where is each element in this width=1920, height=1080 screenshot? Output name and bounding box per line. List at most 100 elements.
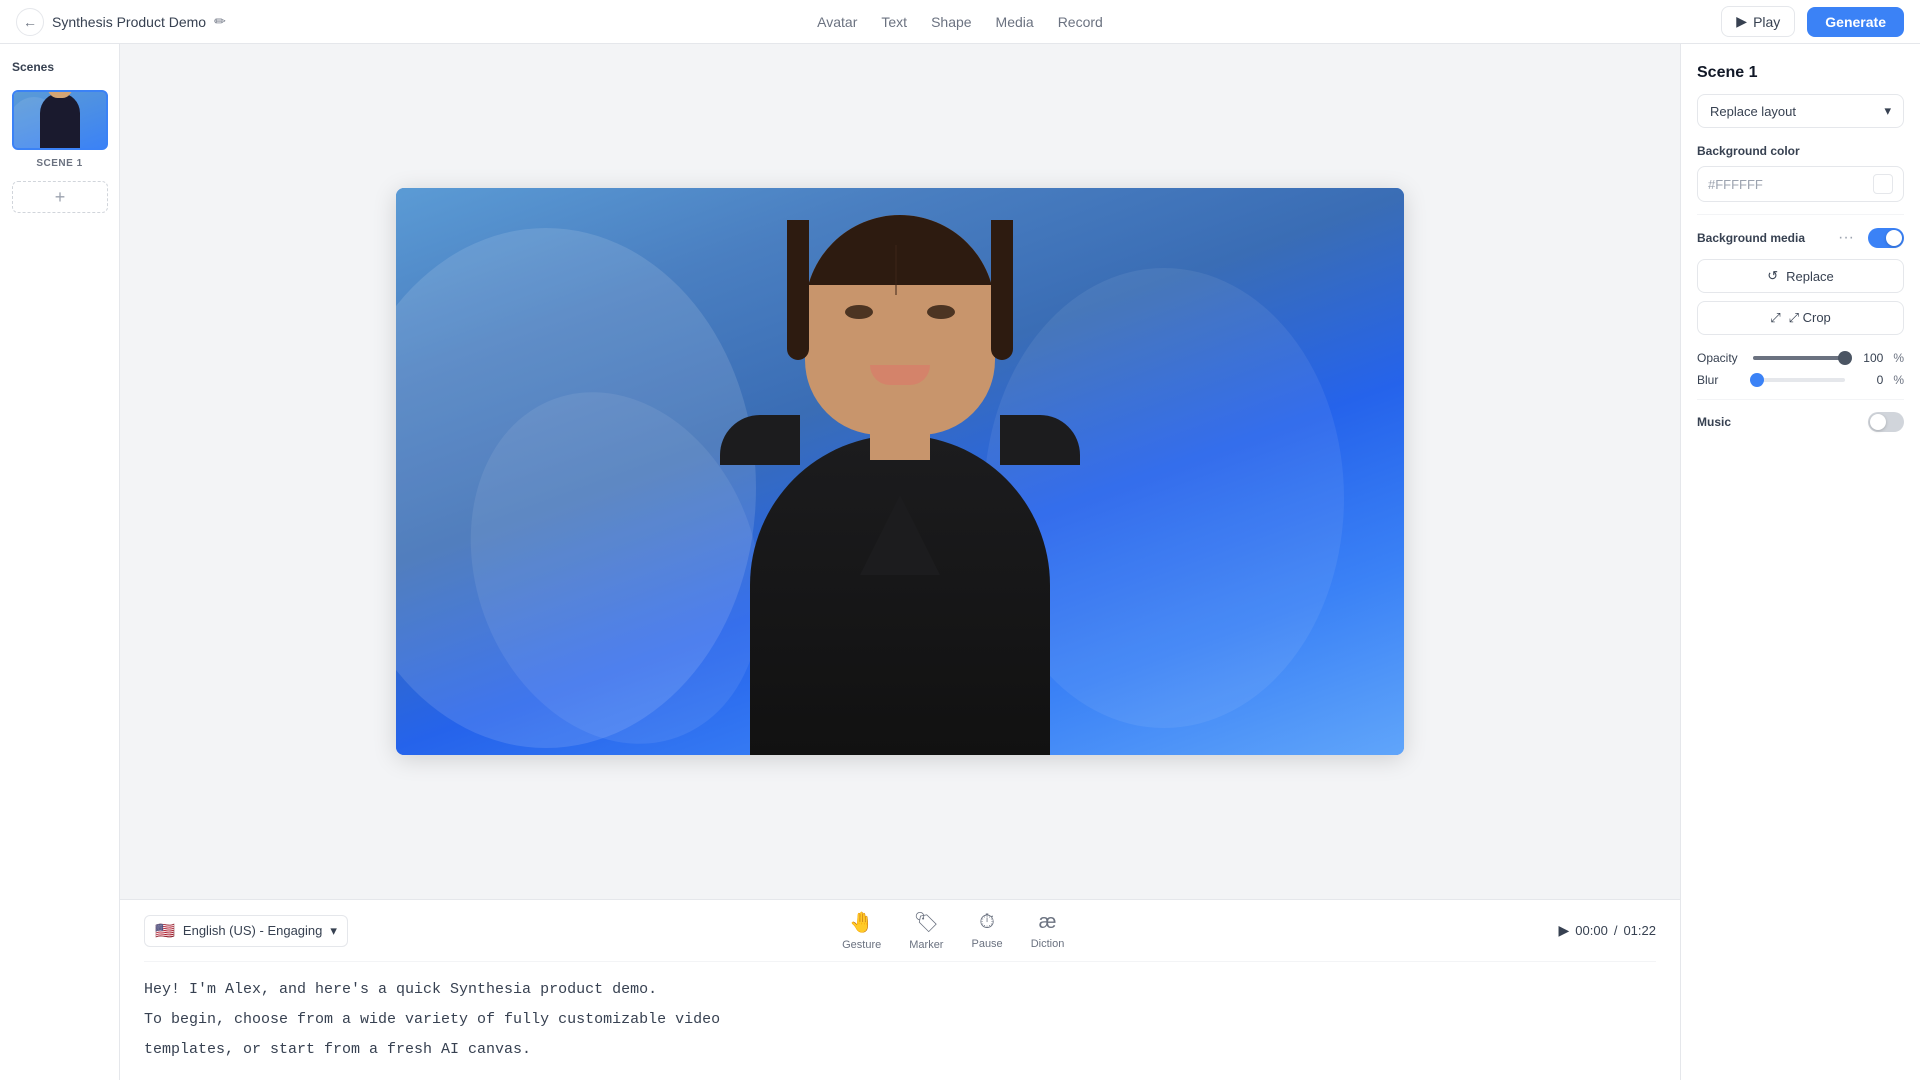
nav-shape[interactable]: Shape	[931, 14, 971, 30]
topbar: ← Synthesis Product Demo ✏ Avatar Text S…	[0, 0, 1920, 44]
gesture-icon: 🤚	[849, 910, 874, 935]
blur-value: 0	[1855, 373, 1883, 387]
avatar-eye-left	[845, 305, 873, 319]
scene-1-thumbnail[interactable]	[12, 90, 108, 150]
avatar-eye-right	[927, 305, 955, 319]
bg-media-controls: ···	[1832, 227, 1904, 249]
divider-1	[1697, 214, 1904, 215]
replace-icon: ↺	[1767, 268, 1778, 284]
marker-button[interactable]: 🏷 Marker	[909, 910, 943, 951]
language-selector[interactable]: 🇺🇸 English (US) - Engaging ▾	[144, 915, 348, 947]
panel-scene-title: Scene 1	[1697, 64, 1904, 82]
replace-layout-button[interactable]: Replace layout ▾	[1697, 94, 1904, 128]
play-sm-icon[interactable]: ▶	[1559, 922, 1570, 939]
controls-row1: 🇺🇸 English (US) - Engaging ▾ 🤚 Gesture 🏷…	[144, 900, 1656, 962]
opacity-unit: %	[1893, 351, 1904, 365]
center-area: 🇺🇸 English (US) - Engaging ▾ 🤚 Gesture 🏷…	[120, 44, 1680, 1080]
blur-track[interactable]	[1753, 378, 1845, 382]
script-line-2: To begin, choose from a wide variety of …	[144, 1008, 1656, 1032]
music-section-header: Music	[1697, 412, 1904, 432]
bg-color-input-row[interactable]: #FFFFFF	[1697, 166, 1904, 202]
bg-media-title: Background media	[1697, 231, 1805, 245]
music-toggle[interactable]	[1868, 412, 1904, 432]
avatar-hair-part	[895, 245, 897, 295]
nav-record[interactable]: Record	[1058, 14, 1103, 30]
gesture-button[interactable]: 🤚 Gesture	[842, 910, 881, 951]
scenes-panel: Scenes SCENE 1 +	[0, 44, 120, 1080]
avatar-shoulder-right	[1000, 415, 1080, 465]
video-canvas[interactable]	[396, 188, 1404, 755]
time-separator: /	[1614, 923, 1618, 938]
time-display: ▶ 00:00 / 01:22	[1559, 922, 1657, 939]
crop-media-button[interactable]: ⤢ ⤢ Crop	[1697, 301, 1904, 335]
diction-icon: æ	[1039, 911, 1057, 934]
avatar-hair-right	[991, 220, 1013, 360]
pause-icon: ⏱	[979, 911, 995, 934]
avatar-hair-left	[787, 220, 809, 360]
scene-bg	[14, 92, 106, 148]
video-canvas-wrap	[120, 44, 1680, 899]
avatar-shoulder-left	[720, 415, 800, 465]
script-line-1: Hey! I'm Alex, and here's a quick Synthe…	[144, 978, 1656, 1002]
avatar-hair-top	[805, 215, 995, 285]
script-line-3: templates, or start from a fresh AI canv…	[144, 1038, 1656, 1062]
nav-text[interactable]: Text	[881, 14, 907, 30]
media-actions: ↺ Replace ⤢ ⤢ Crop	[1697, 259, 1904, 343]
back-button[interactable]: ←	[16, 8, 44, 36]
avatar-vneck	[860, 495, 940, 575]
topbar-nav: Avatar Text Shape Media Record	[817, 14, 1103, 30]
scene-avatar-body	[40, 93, 80, 148]
nav-media[interactable]: Media	[996, 14, 1034, 30]
play-button[interactable]: ▶ Play	[1721, 6, 1795, 37]
main-layout: Scenes SCENE 1 +	[0, 44, 1920, 1080]
control-buttons: 🤚 Gesture 🏷 Marker ⏱ Pause æ Diction	[842, 910, 1064, 951]
pause-label: Pause	[971, 938, 1002, 950]
avatar-full	[710, 195, 1090, 755]
gesture-label: Gesture	[842, 939, 881, 951]
topbar-left: ← Synthesis Product Demo ✏	[16, 8, 226, 36]
chevron-down-layout-icon: ▾	[1884, 103, 1891, 119]
pause-button[interactable]: ⏱ Pause	[971, 911, 1002, 950]
avatar-outfit	[750, 435, 1050, 755]
avatar-container	[660, 195, 1140, 755]
crop-label: ⤢ Crop	[1789, 310, 1831, 326]
opacity-fill	[1753, 356, 1845, 360]
scene-1-label: SCENE 1	[36, 158, 82, 169]
blur-row: Blur 0 %	[1697, 373, 1904, 387]
marker-label: Marker	[909, 939, 943, 951]
script-area[interactable]: Hey! I'm Alex, and here's a quick Synthe…	[144, 962, 1656, 1080]
time-total: 01:22	[1623, 923, 1656, 938]
toggle-knob	[1886, 230, 1902, 246]
more-options-button[interactable]: ···	[1832, 227, 1860, 249]
opacity-value: 100	[1855, 351, 1883, 365]
opacity-label: Opacity	[1697, 351, 1743, 365]
topbar-right: ▶ Play Generate	[1721, 6, 1904, 37]
bg-color-swatch[interactable]	[1873, 174, 1893, 194]
bg-color-value: #FFFFFF	[1708, 177, 1865, 192]
replace-media-button[interactable]: ↺ Replace	[1697, 259, 1904, 293]
blur-label: Blur	[1697, 373, 1743, 387]
bg-media-section-header: Background media ···	[1697, 227, 1904, 249]
right-panel: Scene 1 Replace layout ▾ Background colo…	[1680, 44, 1920, 1080]
nav-avatar[interactable]: Avatar	[817, 14, 857, 30]
opacity-row: Opacity 100 %	[1697, 351, 1904, 365]
bg-media-toggle[interactable]	[1868, 228, 1904, 248]
opacity-track[interactable]	[1753, 356, 1845, 360]
music-toggle-knob	[1870, 414, 1886, 430]
language-label: English (US) - Engaging	[183, 923, 322, 938]
blur-thumb[interactable]	[1750, 373, 1764, 387]
scenes-title: Scenes	[12, 60, 107, 74]
chevron-down-icon: ▾	[330, 923, 337, 939]
edit-title-icon[interactable]: ✏	[214, 13, 226, 30]
opacity-thumb[interactable]	[1838, 351, 1852, 365]
script-text: Hey! I'm Alex, and here's a quick Synthe…	[144, 978, 1656, 1062]
divider-2	[1697, 399, 1904, 400]
diction-button[interactable]: æ Diction	[1031, 911, 1065, 950]
play-label: Play	[1753, 14, 1780, 30]
avatar-head	[805, 215, 995, 435]
replace-label: Replace	[1786, 269, 1834, 284]
generate-button[interactable]: Generate	[1807, 7, 1904, 37]
bg-color-label: Background color	[1697, 144, 1904, 158]
us-flag-icon: 🇺🇸	[155, 921, 175, 941]
add-scene-button[interactable]: +	[12, 181, 108, 213]
